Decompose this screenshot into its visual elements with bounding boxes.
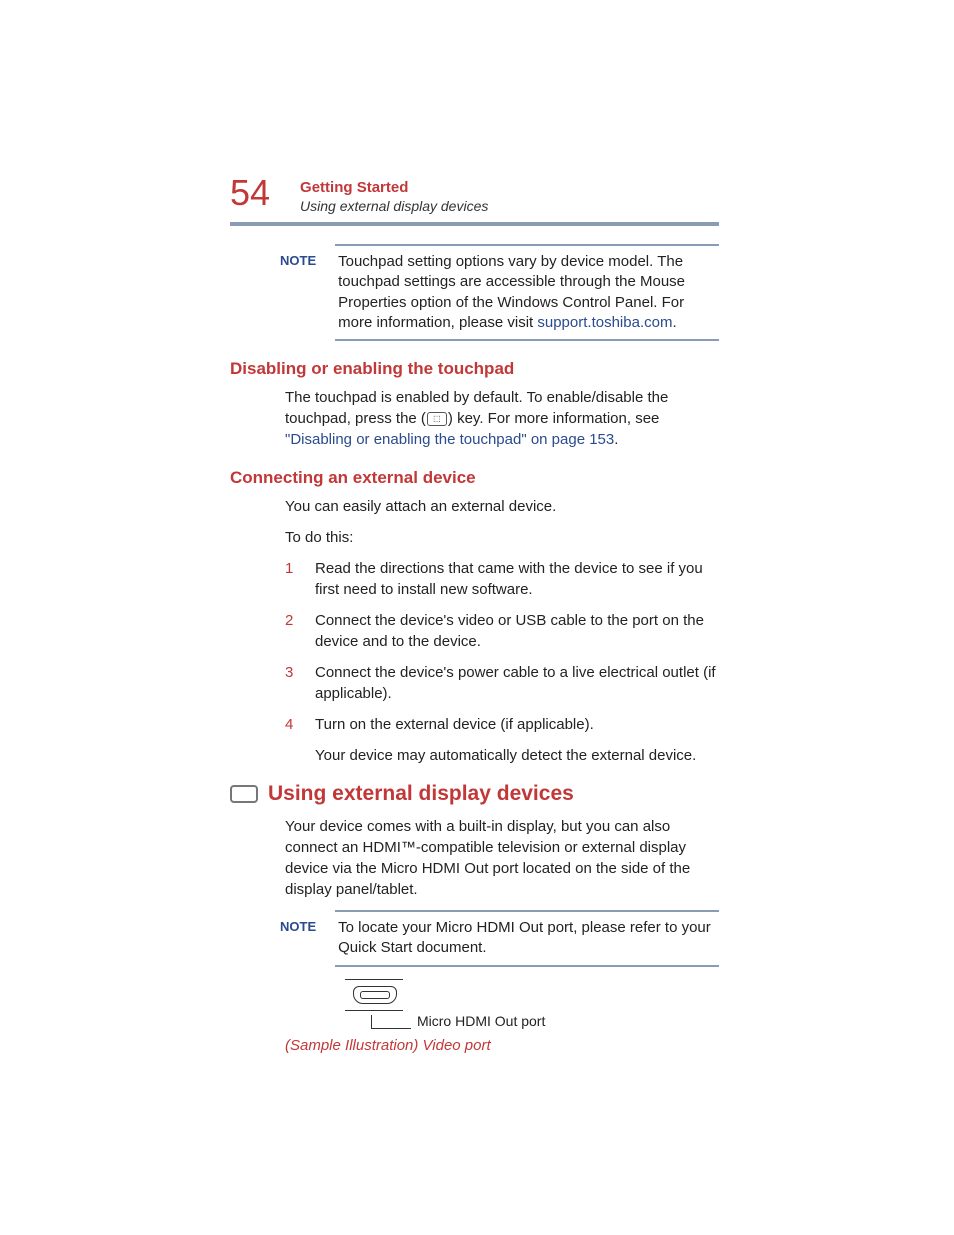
- step-text: Connect the device's video or USB cable …: [315, 610, 719, 652]
- support-link[interactable]: support.toshiba.com: [537, 314, 672, 331]
- list-item: 3 Connect the device's power cable to a …: [285, 662, 719, 704]
- illustration-caption: (Sample Illustration) Video port: [285, 1037, 719, 1054]
- hdmi-illustration: Micro HDMI Out port: [335, 979, 719, 1029]
- step-text: Read the directions that came with the d…: [315, 558, 719, 600]
- page-header: 54 Getting Started Using external displa…: [230, 175, 719, 214]
- heading-disabling-touchpad: Disabling or enabling the touchpad: [230, 359, 719, 379]
- touchpad-paragraph: The touchpad is enabled by default. To e…: [285, 387, 719, 450]
- list-item: 4 Turn on the external device (if applic…: [285, 714, 719, 735]
- steps-after-text: Your device may automatically detect the…: [315, 745, 719, 766]
- list-item: 2 Connect the device's video or USB cabl…: [285, 610, 719, 652]
- section-subtitle: Using external display devices: [300, 198, 488, 214]
- hdmi-port-drawing: [345, 979, 405, 1011]
- note-rule-top: [335, 244, 719, 246]
- list-item: 1 Read the directions that came with the…: [285, 558, 719, 600]
- callout-label: Micro HDMI Out port: [417, 1013, 545, 1029]
- note2-rule-top: [335, 910, 719, 912]
- chapter-title: Getting Started: [300, 179, 488, 196]
- note-block-hdmi: NOTE To locate your Micro HDMI Out port,…: [280, 918, 719, 959]
- step-number: 3: [285, 662, 315, 704]
- note2-rule-bottom: [335, 965, 719, 967]
- note-rule-bottom: [335, 339, 719, 341]
- note-block-touchpad: NOTE Touchpad setting options vary by de…: [280, 252, 719, 333]
- step-number: 4: [285, 714, 315, 735]
- step-text: Turn on the external device (if applicab…: [315, 714, 719, 735]
- note-text: Touchpad setting options vary by device …: [338, 252, 719, 333]
- header-rule: [230, 222, 719, 226]
- main-heading-row: Using external display devices: [230, 782, 719, 806]
- callout-line: [371, 1015, 411, 1029]
- connect-intro1: You can easily attach an external device…: [285, 496, 719, 517]
- steps-list: 1 Read the directions that came with the…: [285, 558, 719, 735]
- external-display-body: Your device comes with a built-in displa…: [285, 816, 719, 900]
- note-label: NOTE: [280, 252, 316, 268]
- connect-intro2: To do this:: [285, 527, 719, 548]
- touchpad-key-icon: ⬚: [427, 412, 447, 426]
- cross-ref-link[interactable]: "Disabling or enabling the touchpad" on …: [285, 431, 614, 448]
- note-text: To locate your Micro HDMI Out port, plea…: [338, 918, 719, 959]
- monitor-icon: [230, 785, 258, 803]
- note-label: NOTE: [280, 918, 316, 934]
- heading-connecting-device: Connecting an external device: [230, 468, 719, 488]
- heading-external-display: Using external display devices: [268, 782, 574, 806]
- step-number: 2: [285, 610, 315, 652]
- page-number: 54: [230, 175, 270, 211]
- step-text: Connect the device's power cable to a li…: [315, 662, 719, 704]
- step-number: 1: [285, 558, 315, 600]
